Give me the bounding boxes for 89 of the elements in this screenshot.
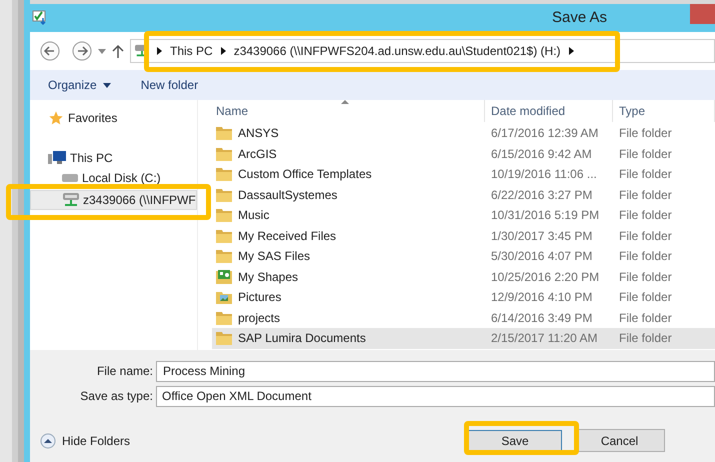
breadcrumb-arrow-icon[interactable] <box>157 47 162 55</box>
type-cell-text: File folder <box>618 207 672 224</box>
column-header[interactable]: Name <box>198 100 485 122</box>
date-cell-text: 10/31/2016 5:19 PM <box>490 207 600 224</box>
file-row[interactable]: My Received Files 1/30/2017 3:45 PM File folder <box>212 226 715 246</box>
column-header[interactable]: Date modified <box>485 100 613 122</box>
folder-icon <box>216 310 232 325</box>
file-row[interactable]: ArcGIS 6/15/2016 9:42 AM File folder <box>212 144 715 164</box>
folder-icon <box>216 167 232 182</box>
date-cell-text: 10/25/2016 2:20 PM <box>490 268 600 286</box>
type-cell-text: File folder <box>618 186 672 204</box>
type-cell-text: File folder <box>618 125 672 142</box>
breadcrumb-arrow-icon[interactable] <box>568 47 574 55</box>
type-cell-text: File folder <box>618 248 672 266</box>
file-name: My SAS Files <box>238 248 310 266</box>
disk-drive-icon <box>62 173 78 183</box>
type-cell-text: File folder <box>618 146 672 163</box>
file-name-field[interactable]: Process Mining <box>156 360 715 382</box>
file-name: DassaultSystemes <box>238 186 338 204</box>
date-cell-text: 6/15/2016 9:42 AM <box>490 146 593 163</box>
type-cell-text: File folder <box>618 166 672 184</box>
nav-item[interactable]: Favorites <box>30 108 197 128</box>
breadcrumb[interactable]: This PC <box>170 42 213 60</box>
save-type-label: Save as type: <box>79 388 154 405</box>
date-cell-text: 6/22/2016 3:27 PM <box>490 186 594 204</box>
date-cell-text: 6/14/2016 3:49 PM <box>490 310 594 327</box>
new-folder-button[interactable]: New folder <box>140 76 198 94</box>
folder-icon <box>216 208 232 222</box>
folder-icon <box>216 331 232 346</box>
date-cell-text: 5/30/2016 4:07 PM <box>490 248 594 266</box>
folder-icon <box>216 228 232 243</box>
column-header[interactable]: Type <box>613 100 715 122</box>
file-row[interactable]: Pictures 12/9/2016 4:10 PM File folder <box>212 287 715 308</box>
dropdown-caret-icon[interactable] <box>98 48 106 54</box>
sort-arrow-icon <box>341 100 349 104</box>
file-row[interactable]: Custom Office Templates 10/19/2016 11:06 ... File folder <box>212 164 715 184</box>
file-name: My Received Files <box>238 228 336 245</box>
type-cell-text: File folder <box>618 289 672 306</box>
file-name: Custom Office Templates <box>238 166 372 184</box>
up-arrow-icon[interactable] <box>112 44 124 58</box>
type-cell-text: File folder <box>618 330 672 348</box>
type-cell-text: File folder <box>618 228 672 245</box>
file-row[interactable]: Music 10/31/2016 5:19 PM File folder <box>212 205 715 226</box>
star-icon <box>48 110 64 126</box>
breadcrumb[interactable]: z3439066 (\\INFPWFS204.ad.unsw.edu.au\Student021$) (H:) <box>234 42 561 60</box>
address-bar[interactable]: This PC z3439066 (\\INFPWFS204.ad.unsw.edu.au\Student021$) (H:) <box>130 39 715 63</box>
date-cell-text: 2/15/2017 11:20 AM <box>490 330 599 348</box>
folder-icon <box>216 146 232 161</box>
file-row[interactable]: DassaultSystemes 6/22/2016 3:27 PM File folder <box>212 184 715 205</box>
date-cell-text: 10/19/2016 11:06 ... <box>490 166 598 184</box>
breadcrumb-arrow-icon[interactable] <box>220 47 226 55</box>
back-icon[interactable] <box>40 41 60 61</box>
date-cell-text: 1/30/2017 3:45 PM <box>490 228 594 245</box>
shapes-folder-icon <box>216 270 232 284</box>
file-row[interactable]: ANSYS 6/17/2016 12:39 AM File folder <box>212 123 715 144</box>
file-name-label: File name: <box>96 363 154 380</box>
organize-menu[interactable]: Organize <box>48 76 111 94</box>
nav-item[interactable]: Local Disk (C:) <box>30 168 197 188</box>
network-drive-icon <box>63 193 79 207</box>
nav-item[interactable]: This PC <box>30 148 197 168</box>
file-name: Pictures <box>238 289 282 306</box>
folder-icon <box>216 188 232 202</box>
window-title: Save As <box>552 8 608 28</box>
type-cell-text: File folder <box>618 310 672 327</box>
caret-icon <box>102 82 111 88</box>
save-type-dropdown[interactable]: Office Open XML Document <box>156 386 715 406</box>
forward-icon[interactable] <box>72 41 92 61</box>
file-name: ArcGIS <box>238 146 277 163</box>
collapse-up-icon <box>40 432 56 448</box>
folder-icon <box>216 126 232 140</box>
save-button[interactable]: Save <box>468 430 562 452</box>
date-cell-text: 12/9/2016 4:10 PM <box>490 289 594 306</box>
file-row[interactable]: projects 6/14/2016 3:49 PM File folder <box>212 308 715 328</box>
file-row[interactable]: My Shapes 10/25/2016 2:20 PM File folder <box>212 266 715 287</box>
file-name: My Shapes <box>238 268 298 286</box>
pictures-folder-icon <box>216 290 232 304</box>
save-app-icon <box>32 10 48 26</box>
file-row[interactable]: My SAS Files 5/30/2016 4:07 PM File folder <box>212 246 715 266</box>
type-cell-text: File folder <box>618 268 672 286</box>
folder-icon <box>216 249 232 264</box>
file-row[interactable]: SAP Lumira Documents 2/15/2017 11:20 AM File folder <box>212 328 715 348</box>
file-name: projects <box>238 310 280 327</box>
nav-item[interactable]: z3439066 (\\INFPWF <box>30 190 197 210</box>
computer-icon <box>48 151 66 165</box>
file-name: ANSYS <box>238 125 279 142</box>
file-name: Music <box>238 207 270 224</box>
hide-folders-button[interactable]: Hide Folders <box>40 432 130 450</box>
file-name: SAP Lumira Documents <box>238 330 366 348</box>
date-cell-text: 6/17/2016 12:39 AM <box>490 125 600 142</box>
